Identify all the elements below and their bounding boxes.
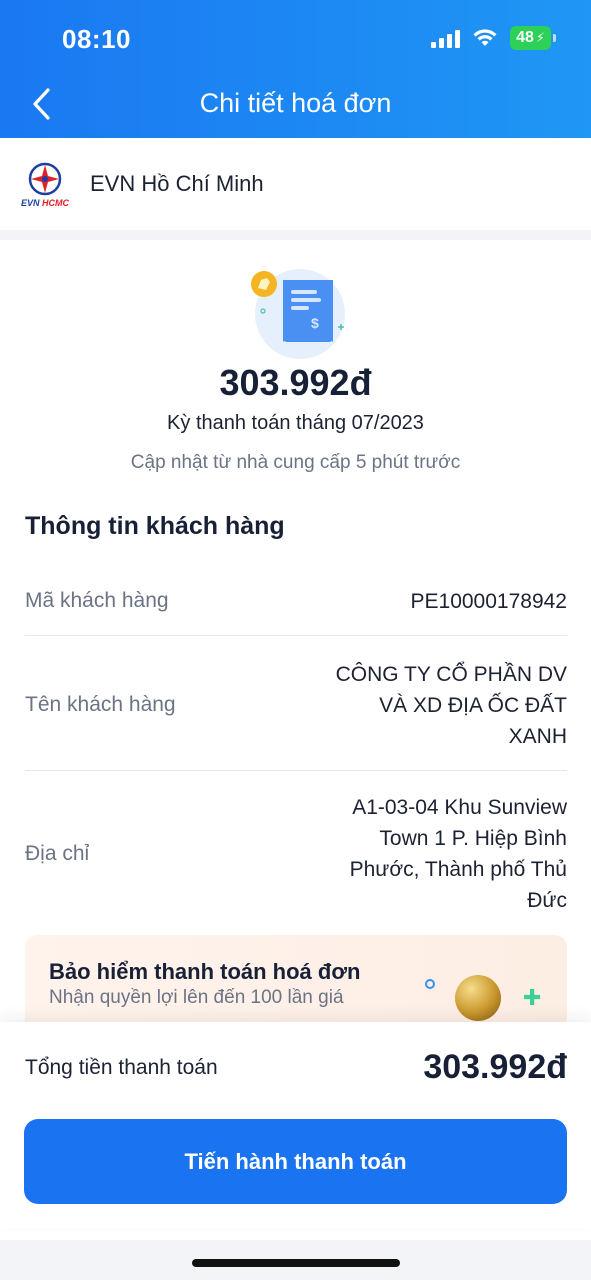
customer-id-label: Mã khách hàng (25, 589, 169, 612)
status-icons: 48 ⚡ (431, 26, 556, 50)
page-title: Chi tiết hoá đơn (199, 88, 392, 118)
total-value: 303.992đ (423, 1048, 567, 1086)
bill-amount: 303.992đ (219, 362, 372, 403)
customer-name-label: Tên khách hàng (25, 693, 176, 716)
customer-section-title: Thông tin khách hàng (25, 512, 285, 540)
app-header: 08:10 48 ⚡ Chi tiết hoá đơn (0, 0, 591, 138)
bill-updated-note: Cập nhật từ nhà cung cấp 5 phút trước (130, 452, 461, 473)
promo-subtitle: Nhận quyền lợi lên đến 100 lần giá (49, 987, 344, 1008)
customer-name-line: CÔNG TY CỔ PHẦN DV (335, 662, 567, 686)
divider (25, 770, 567, 771)
decor-plus-icon: ✚ (523, 985, 542, 1010)
signal-icon (431, 28, 461, 48)
evn-logo: EVN HCMC (10, 161, 80, 208)
address-label: Địa chỉ (25, 842, 90, 865)
status-time: 08:10 (62, 24, 131, 54)
address-line: Đức (527, 889, 567, 912)
provider-name: EVN Hồ Chí Minh (90, 171, 264, 196)
wifi-icon (473, 29, 497, 46)
address-row: Địa chỉ A1-03-04 Khu Sunview Town 1 P. H… (25, 792, 567, 916)
payment-footer: Tổng tiền thanh toán 303.992đ Tiến hành … (0, 1022, 591, 1228)
divider (25, 635, 567, 636)
customer-id-row: Mã khách hàng PE10000178942 (25, 570, 567, 632)
address-line: Town 1 P. Hiệp Bình (379, 827, 567, 850)
charging-bolt-icon: ⚡ (535, 30, 545, 45)
evn-logo-tag-a: EVN (20, 197, 40, 208)
address-line: A1-03-04 Khu Sunview (352, 796, 567, 819)
battery-level: 48 (516, 29, 534, 46)
total-label: Tổng tiền thanh toán (25, 1056, 218, 1079)
evn-logo-tag-b: HCMC (42, 197, 70, 208)
provider-row: EVN HCMC EVN Hồ Chí Minh (0, 138, 591, 230)
bill-period: Kỳ thanh toán tháng 07/2023 (167, 412, 424, 434)
pay-button[interactable]: Tiến hành thanh toán (24, 1119, 567, 1204)
battery-icon: 48 ⚡ (510, 26, 556, 50)
globe-icon (455, 975, 501, 1021)
evn-emblem-icon (28, 162, 62, 195)
customer-name-line: VÀ XD ĐỊA ỐC ĐẤT (379, 693, 567, 717)
address-line: Phước, Thành phố Thủ (349, 858, 567, 881)
bill-icon: $ (251, 269, 345, 359)
decor-ring-icon (425, 979, 435, 989)
home-indicator (192, 1259, 400, 1267)
customer-name-line: XANH (508, 724, 567, 748)
svg-text:$: $ (311, 315, 319, 331)
evn-logo-tag: EVN HCMC (21, 198, 69, 208)
address-value: A1-03-04 Khu Sunview Town 1 P. Hiệp Bình… (350, 792, 567, 916)
customer-name-value: CÔNG TY CỔ PHẦN DV VÀ XD ĐỊA ỐC ĐẤT XANH (336, 659, 567, 752)
customer-name-row: Tên khách hàng CÔNG TY CỔ PHẦN DV VÀ XD … (25, 654, 567, 756)
customer-id-value: PE10000178942 (410, 589, 568, 613)
promo-title: Bảo hiểm thanh toán hoá đơn (49, 959, 361, 984)
